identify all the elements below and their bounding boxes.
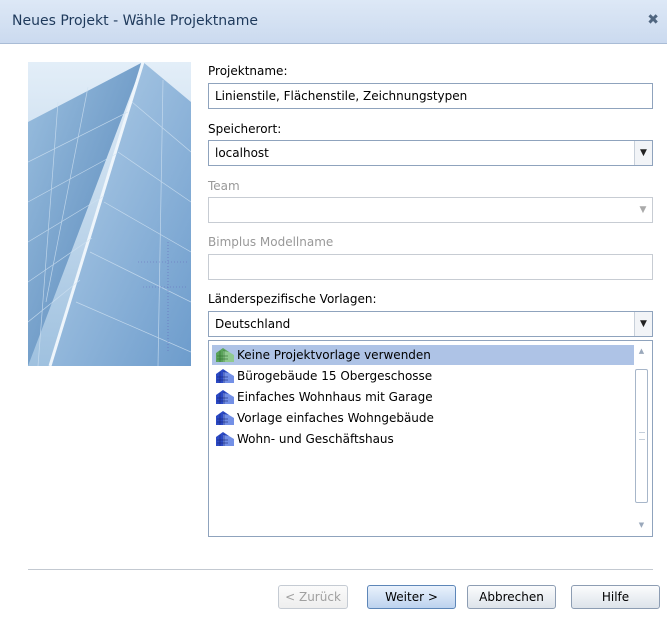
vorlagen-value: Deutschland: [215, 317, 291, 331]
list-item-label: Wohn- und Geschäftshaus: [237, 432, 394, 446]
list-item[interactable]: Bürogebäude 15 Obergeschosse: [212, 366, 634, 386]
template-list[interactable]: Keine Projektvorlage verwenden Bürogebäu…: [208, 340, 653, 537]
grip-icon: [639, 432, 645, 440]
scroll-down-icon[interactable]: ▼: [634, 521, 649, 533]
building-illustration: [28, 62, 191, 366]
speicherort-dropdown[interactable]: localhost ▼: [208, 140, 653, 166]
scrollbar-thumb[interactable]: [635, 369, 648, 503]
title-bar: Neues Projekt - Wähle Projektname ✖: [0, 0, 667, 44]
list-item[interactable]: Vorlage einfaches Wohngebäude: [212, 408, 634, 428]
blue-building-icon: [216, 369, 234, 383]
scroll-up-icon[interactable]: ▲: [634, 347, 649, 359]
close-icon[interactable]: ✖: [647, 12, 659, 28]
help-button[interactable]: Hilfe: [571, 585, 660, 609]
list-item[interactable]: Einfaches Wohnhaus mit Garage: [212, 387, 634, 407]
team-dropdown: ▼: [208, 197, 653, 223]
window-title: Neues Projekt - Wähle Projektname: [12, 13, 258, 29]
footer-divider: [28, 569, 653, 570]
next-button[interactable]: Weiter >: [367, 585, 456, 609]
chevron-down-icon[interactable]: ▼: [634, 141, 652, 165]
list-item[interactable]: Keine Projektvorlage verwenden: [212, 345, 634, 365]
list-item-label: Bürogebäude 15 Obergeschosse: [237, 369, 433, 383]
green-building-icon: [216, 348, 234, 362]
list-item-label: Keine Projektvorlage verwenden: [237, 348, 431, 362]
team-label: Team: [208, 179, 240, 193]
list-item-label: Einfaches Wohnhaus mit Garage: [237, 390, 433, 404]
projektname-label: Projektname:: [208, 64, 288, 78]
blue-building-icon: [216, 411, 234, 425]
blue-building-icon: [216, 390, 234, 404]
bimplus-label: Bimplus Modellname: [208, 235, 334, 249]
vorlagen-dropdown[interactable]: Deutschland ▼: [208, 311, 653, 337]
blue-building-icon: [216, 432, 234, 446]
vorlagen-label: Länderspezifische Vorlagen:: [208, 292, 377, 306]
list-item-label: Vorlage einfaches Wohngebäude: [237, 411, 434, 425]
bimplus-modellname-input: [208, 254, 653, 280]
speicherort-label: Speicherort:: [208, 122, 282, 136]
chevron-down-icon: ▼: [634, 198, 652, 222]
list-item[interactable]: Wohn- und Geschäftshaus: [212, 429, 634, 449]
speicherort-value: localhost: [215, 146, 269, 160]
back-button[interactable]: < Zurück: [278, 585, 348, 609]
list-scrollbar[interactable]: ▲ ▼: [634, 345, 649, 533]
projektname-input[interactable]: Linienstile, Flächenstile, Zeichnungstyp…: [208, 83, 653, 109]
chevron-down-icon[interactable]: ▼: [634, 312, 652, 336]
cancel-button[interactable]: Abbrechen: [467, 585, 556, 609]
